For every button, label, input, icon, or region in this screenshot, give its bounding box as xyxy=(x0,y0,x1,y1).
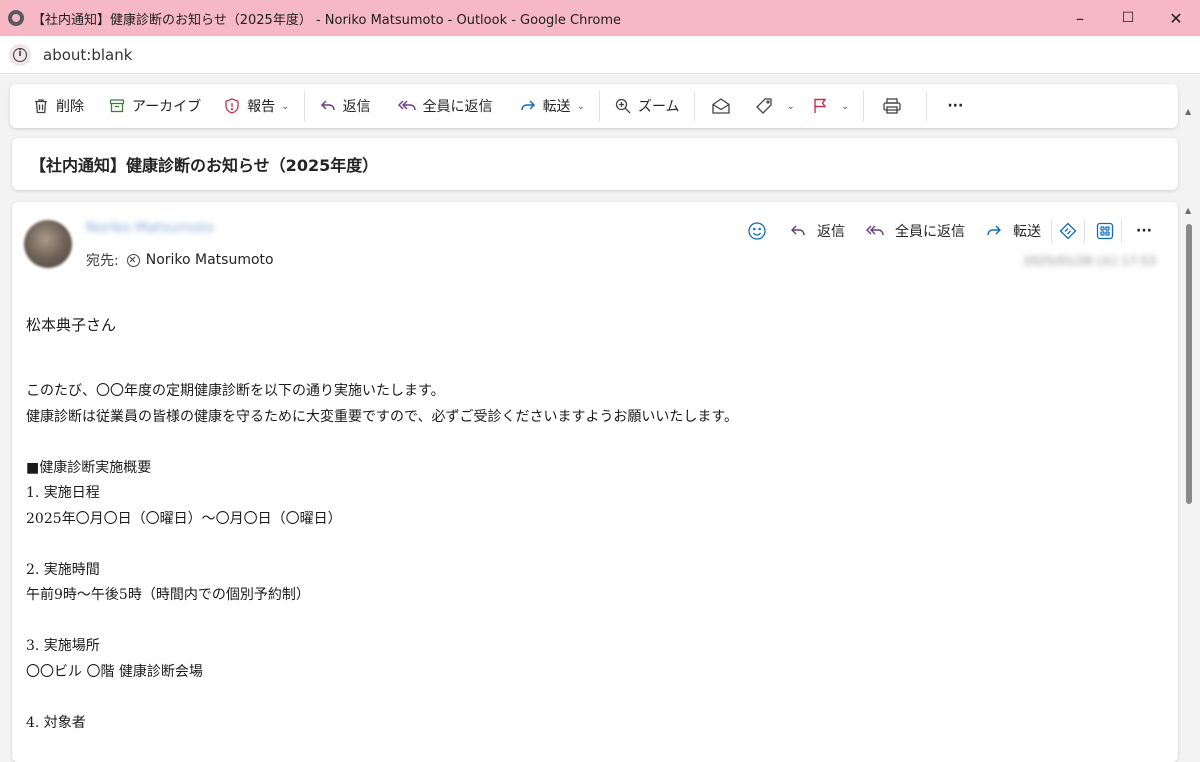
chevron-down-icon[interactable]: ⌄ xyxy=(281,101,289,112)
toolbar-scroll-up-icon[interactable]: ▲ xyxy=(1185,107,1191,116)
reply-all-label: 全員に返信 xyxy=(422,99,493,115)
chevron-down-icon[interactable]: ⌄ xyxy=(841,101,849,112)
apps-button[interactable] xyxy=(1089,216,1121,246)
actions-divider xyxy=(1084,219,1085,243)
delete-label: 削除 xyxy=(56,99,84,115)
chevron-down-icon[interactable]: ⌄ xyxy=(787,101,795,112)
message-actions: 返信 全員に返信 転送 ··· xyxy=(741,216,1160,246)
apps-icon xyxy=(1096,222,1114,240)
archive-button[interactable]: アーカイブ xyxy=(100,90,209,122)
print-button[interactable] xyxy=(870,90,920,122)
more-icon: ··· xyxy=(947,98,964,114)
close-button[interactable]: ✕ xyxy=(1152,0,1200,36)
toolbar-divider xyxy=(303,91,305,121)
section-heading: ■健康診断実施概要 xyxy=(26,459,152,476)
message-card: Noriko Matsumoto 宛先: Noriko Matsumoto 返信… xyxy=(12,202,1178,762)
smiley-icon xyxy=(748,222,766,240)
minimize-button[interactable]: – xyxy=(1056,0,1104,36)
tag-button[interactable]: ⌄ xyxy=(747,90,803,122)
reply-icon xyxy=(791,225,805,236)
sender-name[interactable]: Noriko Matsumoto xyxy=(86,220,214,240)
maximize-button[interactable]: ☐ xyxy=(1104,0,1152,36)
message-reply-all-button[interactable]: 全員に返信 xyxy=(855,216,975,246)
zoom-icon xyxy=(615,98,631,114)
body-text: 健康診断は従業員の皆様の健康を守るために大変重要ですので、必ずご受診くださいます… xyxy=(26,408,739,425)
reply-all-icon xyxy=(397,100,416,111)
url-text[interactable]: about:blank xyxy=(43,46,132,64)
more-options-button[interactable]: ··· xyxy=(933,90,977,122)
site-info-icon[interactable]: i xyxy=(9,43,31,66)
reply-all-button[interactable]: 全員に返信 xyxy=(389,90,501,122)
window-titlebar: 【社内通知】健康診断のお知らせ（2025年度） - Noriko Matsumo… xyxy=(0,0,1200,36)
zoom-label: ズーム xyxy=(637,99,680,115)
item-title: 4. 対象者 xyxy=(26,714,86,731)
remove-recipient-icon[interactable] xyxy=(126,253,140,267)
mark-read-button[interactable] xyxy=(701,90,747,122)
zoom-button[interactable]: ズーム xyxy=(606,90,688,122)
scrollbar-thumb[interactable] xyxy=(1186,224,1192,504)
forward-icon xyxy=(520,100,535,111)
report-button[interactable]: 報告 ⌄ xyxy=(215,90,297,122)
message-more-button[interactable]: ··· xyxy=(1128,216,1160,246)
recipient-name[interactable]: Noriko Matsumoto xyxy=(146,252,274,268)
item-title: 2. 実施時間 xyxy=(26,561,100,578)
item-title: 1. 実施日程 xyxy=(26,485,100,501)
item-value: 午前9時～午後5時（時間内での個別予約制） xyxy=(26,587,310,603)
flag-button[interactable]: ⌄ xyxy=(803,90,857,122)
sender-avatar[interactable] xyxy=(24,220,72,268)
chevron-down-icon[interactable]: ⌄ xyxy=(577,101,585,112)
recipients-line: 宛先: Noriko Matsumoto xyxy=(86,250,274,270)
reaction-button[interactable] xyxy=(741,216,773,246)
item-title: 3. 実施場所 xyxy=(26,638,100,654)
delete-button[interactable]: 削除 xyxy=(24,90,92,122)
message-reply-button[interactable]: 返信 xyxy=(779,216,855,246)
loop-icon xyxy=(1059,222,1077,240)
message-subject: 【社内通知】健康診断のお知らせ（2025年度） xyxy=(30,156,379,175)
envelope-open-icon xyxy=(711,98,730,114)
flag-icon xyxy=(814,98,827,113)
to-label: 宛先: xyxy=(86,253,119,269)
message-date: 2025/01/28 (火) 17:53 xyxy=(1023,254,1156,268)
browser-icon xyxy=(8,10,24,26)
item-value: 〇〇ビル 〇階 健康診断会場 xyxy=(26,663,203,680)
address-bar: i about:blank xyxy=(0,36,1200,74)
loop-button[interactable] xyxy=(1052,216,1084,246)
archive-label: アーカイブ xyxy=(132,99,202,115)
toolbar-divider xyxy=(863,91,865,121)
trash-icon xyxy=(35,99,47,114)
reply-all-icon xyxy=(866,225,884,236)
subject-card: 【社内通知】健康診断のお知らせ（2025年度） xyxy=(12,138,1178,190)
toolbar-divider xyxy=(926,91,928,121)
actions-divider xyxy=(1121,219,1122,243)
message-reply-all-label: 全員に返信 xyxy=(895,224,965,240)
reply-label: 返信 xyxy=(342,99,371,115)
toolbar-divider xyxy=(598,91,600,121)
reply-button[interactable]: 返信 xyxy=(311,90,379,122)
window-title: 【社内通知】健康診断のお知らせ（2025年度） - Noriko Matsumo… xyxy=(32,12,622,28)
body-text: このたび、〇〇年度の定期健康診断を以下の通り実施いたします。 xyxy=(26,383,445,399)
body-greeting: 松本典子さん xyxy=(26,316,117,334)
shield-icon xyxy=(225,98,239,114)
archive-icon xyxy=(109,99,125,113)
message-forward-label: 転送 xyxy=(1013,224,1041,240)
toolbar-divider xyxy=(693,91,695,121)
reply-icon xyxy=(320,100,335,111)
message-toolbar: 削除 アーカイブ 報告 ⌄ 返信 全員に返信 転送 ⌄ ズーム ⌄ ⌄ ··· xyxy=(10,84,1178,128)
more-icon: ··· xyxy=(1136,223,1152,239)
report-label: 報告 xyxy=(247,99,276,115)
printer-icon xyxy=(883,98,901,114)
tag-icon xyxy=(755,98,772,114)
message-forward-button[interactable]: 転送 xyxy=(975,216,1051,246)
scroll-up-icon[interactable]: ▲ xyxy=(1185,206,1191,215)
forward-label: 転送 xyxy=(542,99,571,115)
message-body: 松本典子さん このたび、〇〇年度の定期健康診断を以下の通り実施いたします。 健康… xyxy=(26,314,1156,736)
message-reply-label: 返信 xyxy=(817,224,845,240)
item-value: 2025年〇月〇日（〇曜日）～〇月〇日（〇曜日） xyxy=(26,510,342,527)
window-controls: – ☐ ✕ xyxy=(1056,0,1200,36)
forward-icon xyxy=(987,225,1001,236)
forward-button[interactable]: 転送 ⌄ xyxy=(511,90,593,122)
